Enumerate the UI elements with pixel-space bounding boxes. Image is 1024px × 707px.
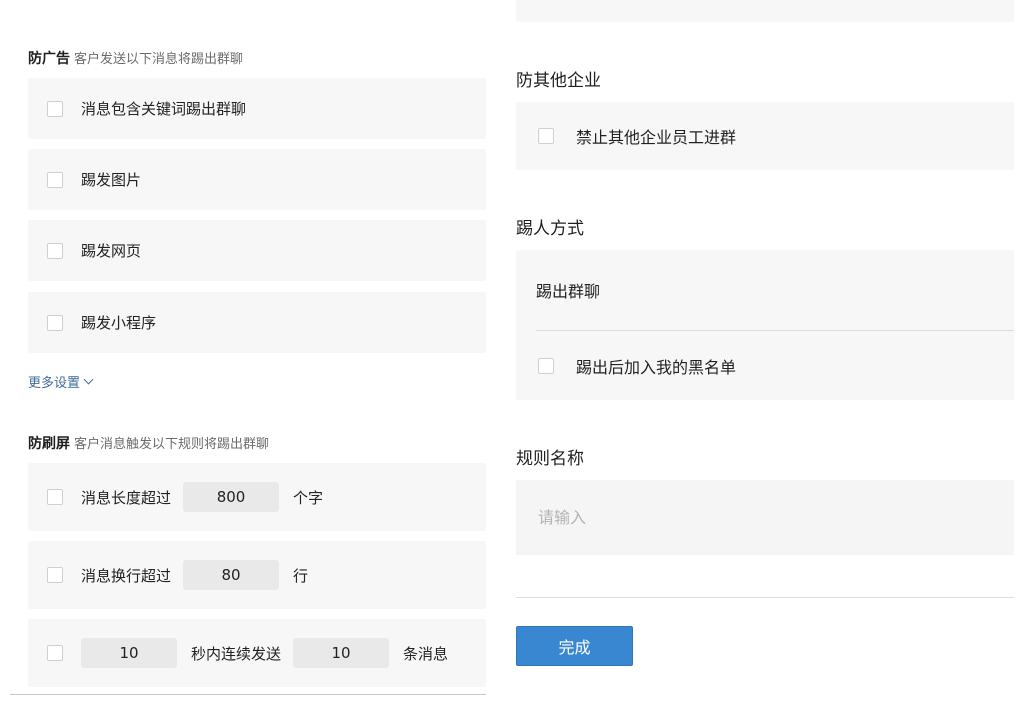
msg-length-input[interactable]: 800 [183,482,280,512]
flood-mid-label: 秒内连续发送 [191,644,282,663]
blacklist-label: 踢出后加入我的黑名单 [576,357,737,377]
more-settings-label: 更多设置 [28,376,81,391]
msg-length-option[interactable]: 消息长度超过 800 个字 [28,463,486,531]
left-bottom-divider [10,694,486,695]
submit-button[interactable]: 完成 [516,626,633,666]
anti-ad-subtitle: 客户发送以下消息将踢出群聊 [74,52,244,67]
block-other-corp-option[interactable]: 禁止其他企业员工进群 [516,102,1014,170]
flood-option[interactable]: 10 秒内连续发送 10 条消息 [28,619,486,687]
ad-keyword-option[interactable]: 消息包含关键词踢出群聊 [28,78,486,139]
ad-miniprogram-option[interactable]: 踢发小程序 [28,292,486,353]
top-card-fragment [516,0,1014,22]
flood-unit: 条消息 [403,644,449,663]
msg-lines-input[interactable]: 80 [183,560,280,590]
kick-method-title: 踢人方式 [516,219,584,239]
anti-spam-title: 防刷屏 [28,436,70,452]
msg-lines-unit: 行 [293,566,309,585]
anti-other-corp-title: 防其他企业 [516,71,601,91]
ad-webpage-label: 踢发网页 [81,242,142,260]
rule-name-input[interactable] [516,480,1014,555]
ad-keyword-label: 消息包含关键词踢出群聊 [81,100,247,118]
anti-spam-header: 防刷屏 客户消息触发以下规则将踢出群聊 [28,433,269,453]
ad-webpage-option[interactable]: 踢发网页 [28,220,486,281]
block-other-corp-checkbox[interactable] [538,128,554,144]
ad-webpage-checkbox[interactable] [47,242,63,259]
ad-miniprogram-checkbox[interactable] [47,314,63,331]
blacklist-checkbox[interactable] [538,357,554,374]
blacklist-option[interactable]: 踢出后加入我的黑名单 [516,331,736,400]
form-divider [516,597,1014,598]
msg-lines-option[interactable]: 消息换行超过 80 行 [28,541,486,609]
ad-image-option[interactable]: 踢发图片 [28,149,486,210]
flood-checkbox[interactable] [47,645,63,661]
block-other-corp-label: 禁止其他企业员工进群 [576,128,737,147]
anti-ad-header: 防广告 客户发送以下消息将踢出群聊 [28,48,243,68]
anti-ad-title: 防广告 [28,51,70,67]
ad-image-label: 踢发图片 [81,171,142,189]
ad-keyword-checkbox[interactable] [47,100,63,117]
anti-spam-subtitle: 客户消息触发以下规则将踢出群聊 [74,437,270,452]
flood-seconds-input[interactable]: 10 [81,638,177,668]
kick-out-group-option[interactable]: 踢出群聊 [536,250,600,330]
flood-count-input[interactable]: 10 [293,638,390,668]
ad-miniprogram-label: 踢发小程序 [81,314,157,332]
msg-lines-checkbox[interactable] [47,567,63,583]
kick-out-group-label: 踢出群聊 [536,282,601,301]
msg-length-unit: 个字 [293,488,324,507]
msg-length-checkbox[interactable] [47,489,63,505]
msg-lines-label: 消息换行超过 [81,566,172,585]
more-settings-link[interactable]: 更多设置 [28,372,94,391]
msg-length-label: 消息长度超过 [81,488,172,507]
rule-name-title: 规则名称 [516,449,584,469]
ad-image-checkbox[interactable] [47,171,63,188]
chevron-down-icon [83,374,94,385]
